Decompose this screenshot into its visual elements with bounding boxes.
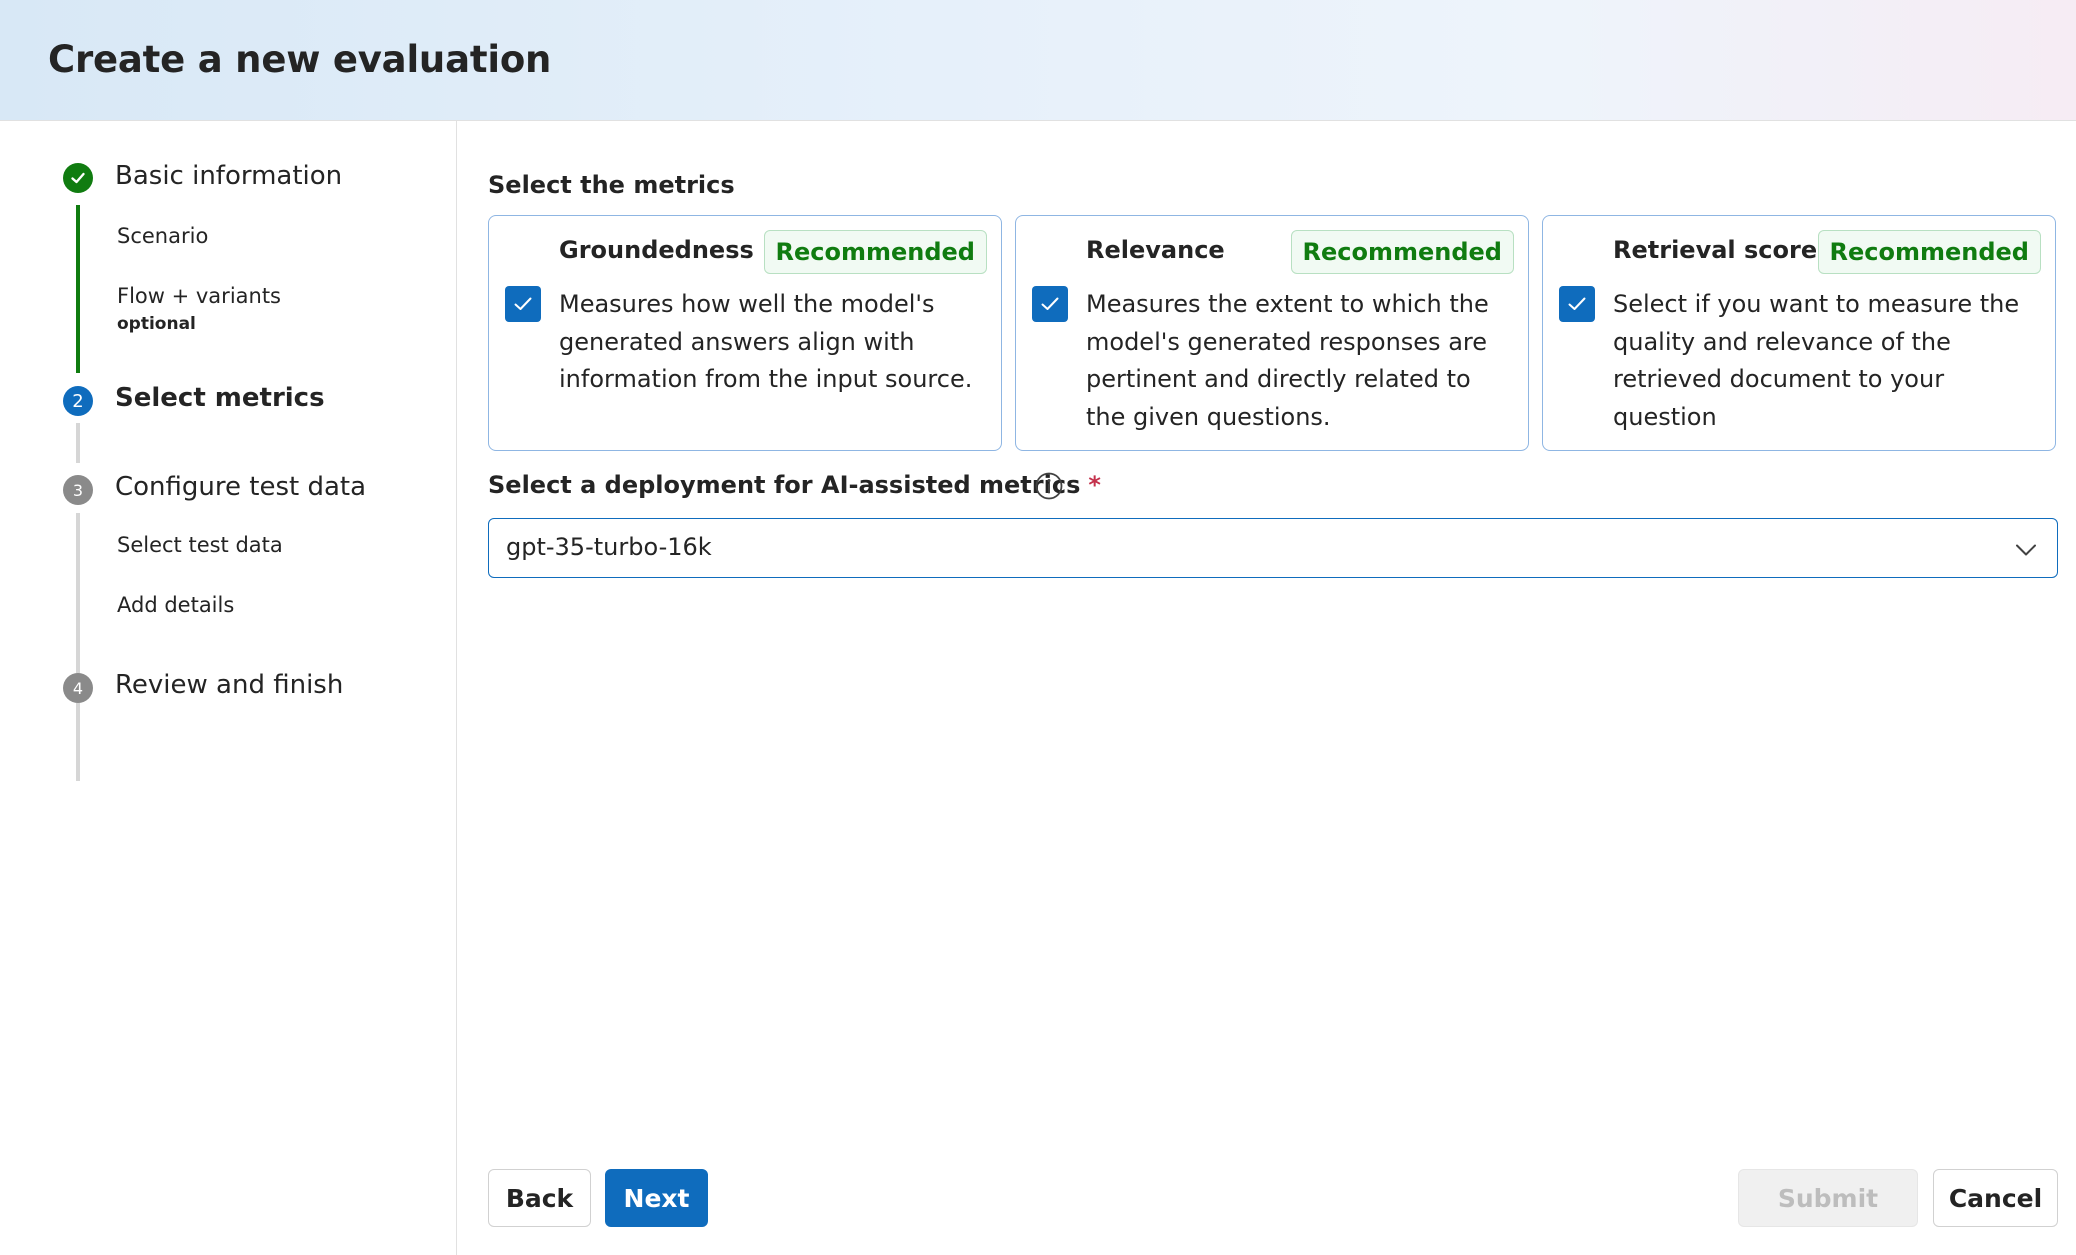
step-select-metrics[interactable]: Select metrics (115, 383, 325, 413)
checkmark-icon (1568, 297, 1586, 310)
metric-description: Measures how well the model's generated … (559, 290, 973, 393)
checkmark-icon (514, 297, 532, 310)
checkmark-icon (1041, 297, 1059, 310)
required-marker: * (1088, 471, 1101, 499)
recommended-badge: Recommended (1290, 230, 1514, 274)
metric-description: Measures the extent to which the model's… (1086, 290, 1489, 431)
deployment-dropdown[interactable]: gpt-35-turbo-16k (488, 518, 2058, 578)
step-connector (76, 423, 80, 463)
step-configure-test-data[interactable]: Configure test data (115, 472, 366, 502)
deployment-label-text: Select a deployment for AI-assisted metr… (488, 471, 1081, 499)
metrics-section-title: Select the metrics (488, 171, 735, 199)
step-connector (76, 513, 80, 781)
step-completed-icon (63, 163, 93, 193)
metric-checkbox[interactable] (505, 286, 541, 322)
deployment-selected-value: gpt-35-turbo-16k (506, 533, 712, 561)
step-review-and-finish[interactable]: Review and finish (115, 670, 343, 700)
metric-card-groundedness[interactable]: Groundedness Recommended Measures how we… (488, 215, 1002, 451)
metric-title: Groundedness (559, 236, 754, 264)
substep-flow-variants[interactable]: Flow + variants (117, 284, 281, 308)
metric-title: Retrieval score (1613, 236, 1818, 264)
recommended-badge: Recommended (763, 230, 987, 274)
step-number-3: 3 (63, 475, 93, 505)
next-button[interactable]: Next (605, 1169, 708, 1227)
submit-button[interactable]: Submit (1738, 1169, 1918, 1227)
cancel-button[interactable]: Cancel (1933, 1169, 2058, 1227)
deployment-label: Select a deployment for AI-assisted metr… (488, 471, 1101, 499)
step-number-4: 4 (63, 673, 93, 703)
metric-checkbox[interactable] (1559, 286, 1595, 322)
back-button[interactable]: Back (488, 1169, 591, 1227)
metric-checkbox[interactable] (1032, 286, 1068, 322)
wizard-stepper: Basic information Scenario Flow + varian… (0, 121, 457, 1255)
recommended-badge: Recommended (1817, 230, 2041, 274)
page-title: Create a new evaluation (48, 38, 552, 81)
metric-description: Select if you want to measure the qualit… (1613, 290, 2020, 431)
metric-card-retrieval-score[interactable]: Retrieval score Recommended Select if yo… (1542, 215, 2056, 451)
metric-title: Relevance (1086, 236, 1225, 264)
substep-scenario[interactable]: Scenario (117, 224, 208, 248)
info-icon[interactable] (1034, 471, 1064, 501)
substep-select-test-data[interactable]: Select test data (117, 533, 283, 557)
metric-card-relevance[interactable]: Relevance Recommended Measures the exten… (1015, 215, 1529, 451)
step-basic-information[interactable]: Basic information (115, 161, 342, 191)
chevron-down-icon (2016, 544, 2036, 556)
substep-add-details[interactable]: Add details (117, 593, 234, 617)
page-header: Create a new evaluation (0, 0, 2076, 121)
main-content: Select the metrics Groundedness Recommen… (458, 121, 2076, 1255)
step-connector-completed (76, 205, 80, 373)
step-number-2: 2 (63, 386, 93, 416)
substep-optional-label: optional (117, 314, 196, 334)
